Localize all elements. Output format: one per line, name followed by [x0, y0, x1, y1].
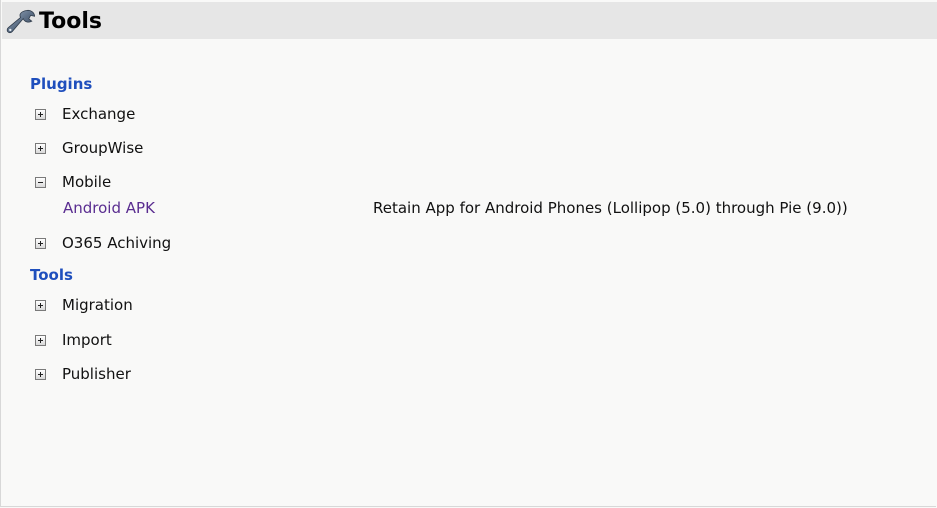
page-title: Tools [39, 9, 102, 34]
tree-item-exchange[interactable]: Exchange [34, 104, 135, 124]
tree-item-import[interactable]: Import [34, 330, 112, 350]
tree-item-label[interactable]: O365 Achiving [62, 234, 171, 252]
section-heading-plugins: Plugins [30, 75, 93, 93]
tools-page: Tools Plugins Exchange GroupWise Mobile … [0, 0, 937, 507]
tree-item-groupwise[interactable]: GroupWise [34, 138, 143, 158]
android-apk-description: Retain App for Android Phones (Lollipop … [373, 199, 848, 217]
expand-icon[interactable] [35, 142, 46, 154]
tree-item-publisher[interactable]: Publisher [34, 364, 131, 384]
tree-item-label[interactable]: Exchange [62, 105, 135, 123]
tree-item-migration[interactable]: Migration [34, 295, 133, 315]
title-bar: Tools [2, 2, 937, 39]
expand-icon[interactable] [35, 108, 46, 120]
expand-icon[interactable] [35, 237, 46, 249]
tree-item-mobile[interactable]: Mobile [34, 172, 111, 192]
tree-item-label[interactable]: Migration [62, 296, 133, 314]
tree-item-label[interactable]: GroupWise [62, 139, 143, 157]
tree-item-label[interactable]: Mobile [62, 173, 111, 191]
collapse-icon[interactable] [35, 176, 46, 188]
expand-icon[interactable] [35, 334, 46, 346]
tree-item-label[interactable]: Publisher [62, 365, 131, 383]
expand-icon[interactable] [35, 368, 46, 380]
android-apk-link[interactable]: Android APK [63, 199, 155, 217]
wrench-icon [6, 9, 36, 34]
expand-icon[interactable] [35, 299, 46, 311]
tree-item-label[interactable]: Import [62, 331, 112, 349]
tree-item-o365-archiving[interactable]: O365 Achiving [34, 233, 171, 253]
section-heading-tools: Tools [30, 266, 73, 284]
